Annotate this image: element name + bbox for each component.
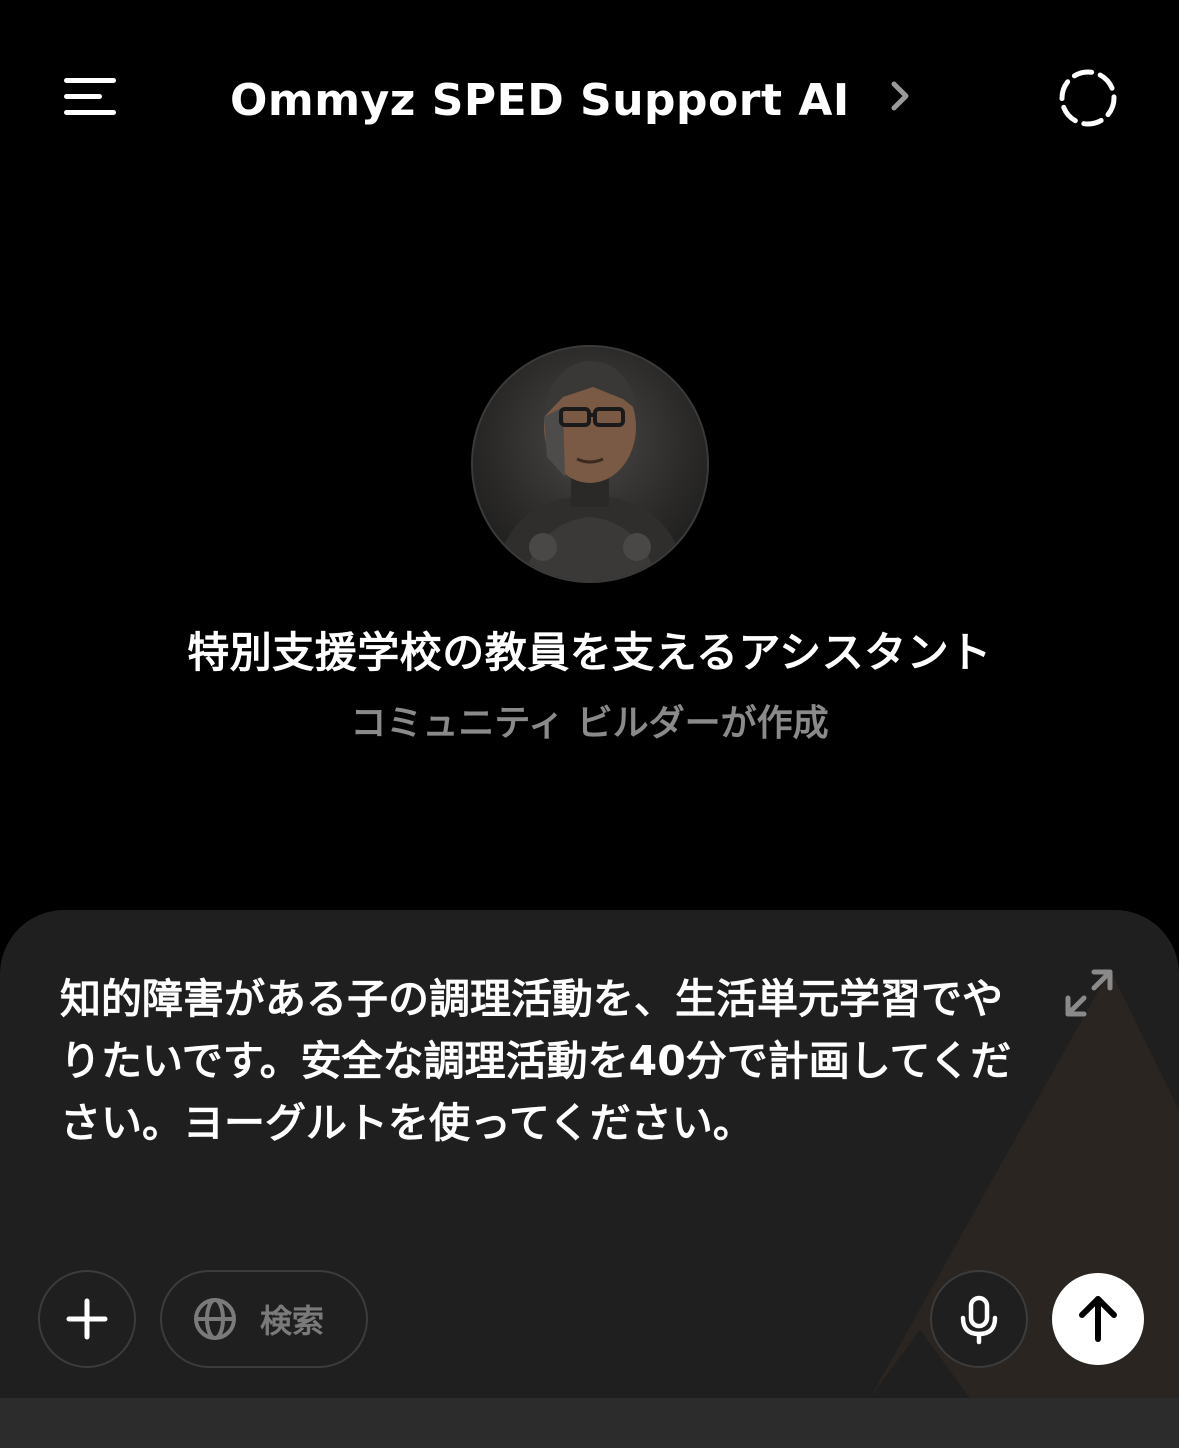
arrow-up-icon <box>1079 1296 1117 1342</box>
expand-arrows-icon[interactable] <box>1062 966 1116 1020</box>
dictation-button[interactable] <box>930 1270 1028 1368</box>
globe-icon <box>194 1298 236 1340</box>
gpt-author: コミュニティ ビルダーが作成 <box>350 703 829 744</box>
microphone-icon <box>960 1295 998 1345</box>
attach-button[interactable] <box>38 1270 136 1368</box>
gpt-description: 特別支援学校の教員を支えるアシスタント <box>187 628 992 677</box>
bottom-bar <box>0 1398 1179 1448</box>
search-toggle-button[interactable]: 検索 <box>160 1270 368 1368</box>
dashed-circle-icon <box>1059 69 1117 127</box>
send-button[interactable] <box>1052 1273 1144 1365</box>
hamburger-menu-icon[interactable] <box>52 62 132 126</box>
search-label: 検索 <box>260 1302 325 1340</box>
message-composer: 知的障害がある子の調理活動を、生活単元学習でやりたいです。安全な調理活動を40分… <box>0 910 1179 1398</box>
gpt-title-button[interactable]: Ommyz SPED Support AI（… <box>230 68 950 126</box>
top-bar: Ommyz SPED Support AI（… <box>0 40 1179 150</box>
gpt-title: Ommyz SPED Support AI（… <box>230 75 870 126</box>
message-input[interactable]: 知的障害がある子の調理活動を、生活単元学習でやりたいです。安全な調理活動を40分… <box>60 968 1020 1154</box>
gpt-avatar <box>470 345 709 583</box>
chevron-right-icon <box>891 81 909 111</box>
gpt-profile: 特別支援学校の教員を支えるアシスタント コミュニティ ビルダーが作成 <box>0 345 1179 746</box>
avatar-portrait-icon <box>492 361 687 581</box>
plus-icon <box>66 1298 108 1340</box>
temporary-chat-button[interactable] <box>1050 60 1126 136</box>
